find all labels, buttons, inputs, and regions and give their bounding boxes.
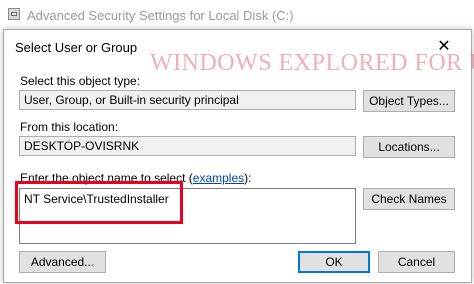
object-type-label: Select this object type: [20, 74, 141, 88]
object-types-button[interactable]: Object Types... [363, 90, 455, 112]
object-names-value: NT Service\TrustedInstaller [24, 192, 169, 206]
location-field: DESKTOP-OVISRNK [19, 136, 356, 156]
advanced-button[interactable]: Advanced... [19, 251, 106, 273]
select-user-or-group-dialog: Select User or Group WINDOWS EXPLORED FO… [3, 29, 474, 283]
object-names-label-suffix: ): [244, 171, 252, 185]
security-window-icon [8, 8, 20, 20]
object-type-field: User, Group, or Built-in security princi… [19, 90, 356, 110]
close-icon[interactable]: ✕ [435, 38, 453, 56]
locations-button[interactable]: Locations... [363, 136, 455, 158]
watermark: WINDOWS EXPLORED FOR U [150, 50, 474, 76]
cancel-button[interactable]: Cancel [378, 251, 455, 273]
dialog-title: Select User or Group [15, 40, 138, 55]
object-names-label-prefix: Enter the object name to select ( [20, 171, 193, 185]
ok-button[interactable]: OK [298, 251, 370, 273]
examples-link[interactable]: examples [193, 171, 244, 185]
location-label: From this location: [20, 120, 119, 134]
background-window-title: Advanced Security Settings for Local Dis… [27, 8, 294, 23]
object-names-input[interactable]: NT Service\TrustedInstaller [19, 188, 356, 244]
object-names-label: Enter the object name to select (example… [20, 171, 251, 185]
check-names-button[interactable]: Check Names [363, 188, 455, 210]
